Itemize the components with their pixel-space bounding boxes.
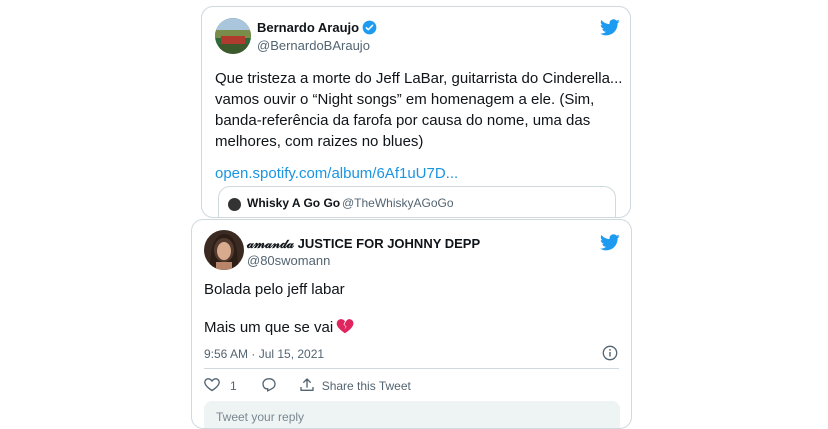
display-name[interactable]: Bernardo Araujo (257, 20, 377, 38)
reply-icon (261, 377, 277, 395)
user-handle[interactable]: @BernardoBAraujo (257, 38, 370, 53)
share-label: Share this Tweet (321, 379, 411, 393)
twitter-bird-icon[interactable] (600, 19, 620, 41)
spotify-link[interactable]: open.spotify.com/album/6Af1uU7D... (215, 165, 458, 182)
quoted-avatar (228, 198, 241, 211)
reply-placeholder: Tweet your reply (216, 410, 305, 424)
tweet-actions: 1 Share this Tweet (204, 376, 411, 396)
embedded-tweet-card-2: 𝒶𝓂𝒶𝓃𝒹𝒶 JUSTICE FOR JOHNNY DEPP @80swoman… (191, 219, 632, 429)
divider (204, 368, 619, 369)
quoted-handle: @TheWhiskyAGoGo (342, 196, 454, 210)
info-icon[interactable] (602, 345, 618, 366)
share-icon (299, 377, 315, 396)
avatar[interactable] (204, 230, 244, 270)
twitter-bird-icon[interactable] (600, 234, 620, 256)
avatar[interactable] (215, 18, 251, 54)
reply-button[interactable] (261, 377, 277, 395)
tweet-text-line-1: Bolada pelo jeff labar (204, 281, 345, 298)
tweet-timestamp[interactable]: 9:56 AM · Jul 15, 2021 (204, 347, 324, 361)
reply-input[interactable]: Tweet your reply (204, 401, 620, 428)
share-button[interactable]: Share this Tweet (299, 377, 411, 396)
tweet-text-line-2: Mais um que se vai (204, 317, 354, 340)
quoted-display-name: Whisky A Go Go (247, 196, 341, 210)
heart-icon (204, 377, 220, 395)
display-name[interactable]: 𝒶𝓂𝒶𝓃𝒹𝒶 JUSTICE FOR JOHNNY DEPP (247, 236, 480, 252)
broken-heart-icon (336, 318, 354, 340)
verified-badge-icon (362, 20, 377, 38)
like-button[interactable]: 1 (204, 377, 237, 395)
user-handle[interactable]: @80swomann (247, 253, 330, 268)
embedded-tweet-card-1: Bernardo Araujo @BernardoBAraujo Que tri… (201, 6, 631, 218)
like-count: 1 (230, 379, 237, 393)
quoted-tweet[interactable]: Whisky A Go Go @TheWhiskyAGoGo (218, 186, 616, 217)
tweet-text: Que tristeza a morte do Jeff LaBar, guit… (215, 70, 623, 150)
